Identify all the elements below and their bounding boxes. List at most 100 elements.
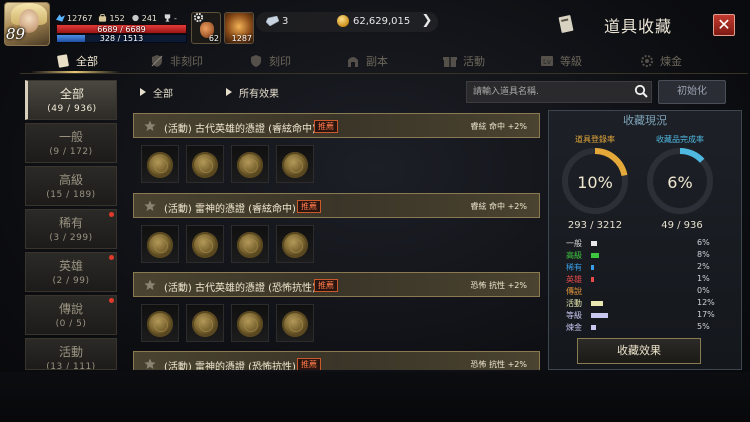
currency-expand-arrow-icon[interactable]: ❯ (420, 13, 434, 29)
collection-entry-effect: 恐怖 抗性 +2% (470, 360, 527, 369)
item-slot[interactable] (231, 145, 269, 183)
breakdown-row-legend: 傳說 0% (566, 286, 716, 296)
sidebar-item-advanced[interactable]: 高級 (15 / 189) (25, 166, 117, 206)
gem-count: 3 (282, 16, 289, 27)
sidebar-item-common[interactable]: 一般 (9 / 172) (25, 123, 117, 163)
tab-non-engrave-label: 非刻印 (170, 55, 203, 68)
grade-filter-label: 全部 (153, 88, 173, 100)
effect-filter-dropdown[interactable]: 所有效果 (226, 84, 279, 100)
sidebar-item-legend[interactable]: 傳說 (0 / 5) (25, 295, 117, 335)
sidebar-item-count: (49 / 936) (47, 104, 97, 114)
category-tabs: 全部 非刻印 刻印 副本 活動 Lv 等級 煉金 (20, 48, 748, 74)
event-icon (443, 57, 457, 67)
collection-entry-title: (活動) 古代英雄的憑證 (睿絃命中) (164, 124, 316, 135)
item-slot[interactable] (141, 304, 179, 342)
collection-list[interactable]: (活動) 古代英雄的憑證 (睿絃命中) 推薦 睿絃 命中 +2% (活動) 雷神… (133, 113, 540, 370)
registration-rate-value: 10% (577, 173, 613, 192)
sidebar-item-count: (9 / 172) (49, 147, 93, 157)
favorite-star-icon[interactable] (144, 200, 156, 212)
svg-text:Lv: Lv (543, 58, 551, 66)
favorite-star-icon[interactable] (144, 120, 156, 132)
collection-entry[interactable]: (活動) 古代英雄的憑證 (恐怖抗性) 推薦 恐怖 抗性 +2% (133, 272, 540, 350)
weight-icon (132, 14, 139, 22)
collection-entry[interactable]: (活動) 古代英雄的憑證 (睿絃命中) 推薦 睿絃 命中 +2% (133, 113, 540, 191)
collection-entry-title: (活動) 雷神的憑證 (恐怖抗性) (164, 362, 296, 370)
item-slot[interactable] (141, 225, 179, 263)
item-slot[interactable] (276, 145, 314, 183)
collection-entry[interactable]: (活動) 雷神的憑證 (睿絃命中) 推薦 睿絃 命中 +2% (133, 193, 540, 271)
tab-event-label: 活動 (463, 55, 485, 68)
hp-bar: 6689 / 6689 (56, 24, 187, 34)
item-slot[interactable] (141, 145, 179, 183)
collection-entry[interactable]: (活動) 雷神的憑證 (恐怖抗性) 推薦 恐怖 抗性 +2% (133, 351, 540, 370)
search-input[interactable] (466, 81, 652, 103)
new-notification-dot (109, 255, 114, 260)
search-icon[interactable] (634, 84, 648, 98)
sidebar-item-label: 傳說 (58, 302, 83, 316)
collection-entry-title: (活動) 古代英雄的憑證 (恐怖抗性) (164, 283, 316, 294)
recommended-badge: 推薦 (297, 358, 321, 370)
tab-dungeon[interactable]: 副本 (346, 48, 388, 74)
tab-non-engrave[interactable]: 非刻印 (150, 48, 203, 74)
bag-icon (99, 14, 107, 22)
new-notification-dot (109, 298, 114, 303)
grade-filter-dropdown[interactable]: 全部 (140, 84, 173, 100)
quickslot-buff-count: 1287 (231, 34, 252, 43)
sidebar-item-all[interactable]: 全部 (49 / 936) (25, 80, 117, 120)
tab-engrave-label: 刻印 (269, 55, 291, 68)
breakdown-label: 英雄 (566, 275, 582, 284)
sidebar-item-hero[interactable]: 英雄 (2 / 99) (25, 252, 117, 292)
item-slot[interactable] (186, 225, 224, 263)
reset-button[interactable]: 初始化 (658, 80, 726, 104)
sidebar-item-count: (2 / 99) (52, 276, 90, 286)
collection-entry-header[interactable]: (活動) 古代英雄的憑證 (睿絃命中) 推薦 睿絃 命中 +2% (133, 113, 540, 138)
breakdown-bar (591, 313, 608, 318)
dungeon-icon (348, 57, 358, 67)
collection-entry-header[interactable]: (活動) 雷神的憑證 (恐怖抗性) 推薦 恐怖 抗性 +2% (133, 351, 540, 370)
item-slot[interactable] (276, 225, 314, 263)
breakdown-row-level: 等級 17% (566, 310, 716, 320)
sidebar-item-rare[interactable]: 稀有 (3 / 299) (25, 209, 117, 249)
stat-weight-value: 241 (141, 13, 158, 23)
character-level: 89 (6, 25, 26, 43)
item-slot[interactable] (231, 225, 269, 263)
stats-row: 12767 152 241 - (56, 12, 177, 24)
collection-effect-button[interactable]: 收藏效果 (577, 338, 701, 364)
collection-status-title: 收藏現況 (623, 114, 667, 127)
tab-event[interactable]: 活動 (443, 48, 485, 74)
tab-engrave[interactable]: 刻印 (249, 48, 291, 74)
favorite-star-icon[interactable] (144, 279, 156, 291)
book-icon (57, 54, 69, 68)
favorite-star-icon[interactable] (144, 358, 156, 370)
certificate-coin-icon (237, 311, 263, 337)
breakdown-label: 煉金 (566, 323, 582, 332)
breakdown-label: 高級 (566, 251, 582, 260)
sidebar-item-count: (0 / 5) (55, 319, 87, 329)
item-slot[interactable] (186, 304, 224, 342)
stat-trophy: - (163, 14, 177, 23)
breakdown-row-advanced: 高級 8% (566, 250, 716, 260)
quickslot-buff[interactable]: 1287 (224, 12, 254, 44)
tab-alchemy[interactable]: 煉金 (640, 48, 682, 74)
play-arrow-icon (226, 88, 232, 96)
new-notification-dot (109, 212, 114, 217)
collection-entry-header[interactable]: (活動) 古代英雄的憑證 (恐怖抗性) 推薦 恐怖 抗性 +2% (133, 272, 540, 297)
close-button[interactable]: ✕ (713, 14, 735, 36)
tab-level[interactable]: Lv 等級 (540, 48, 582, 74)
item-slot[interactable] (186, 145, 224, 183)
stat-bag-value: 152 (109, 13, 125, 23)
gear-icon[interactable] (193, 12, 204, 23)
sidebar-item-event[interactable]: 活動 (13 / 111) (25, 338, 117, 370)
breakdown-pct: 0% (697, 286, 710, 295)
item-slot[interactable] (276, 304, 314, 342)
recommended-badge: 推薦 (314, 120, 338, 133)
collection-entry-header[interactable]: (活動) 雷神的憑證 (睿絃命中) 推薦 睿絃 命中 +2% (133, 193, 540, 218)
item-slot[interactable] (231, 304, 269, 342)
engrave-icon (251, 55, 261, 67)
stat-power-value: 12767 (67, 13, 93, 23)
breakdown-row-alchemy: 煉金 5% (566, 322, 716, 332)
breakdown-pct: 1% (697, 274, 710, 283)
breakdown-row-rare: 稀有 2% (566, 262, 716, 272)
sidebar-item-label: 全部 (59, 87, 84, 101)
completion-count: 49 / 936 (661, 220, 703, 231)
